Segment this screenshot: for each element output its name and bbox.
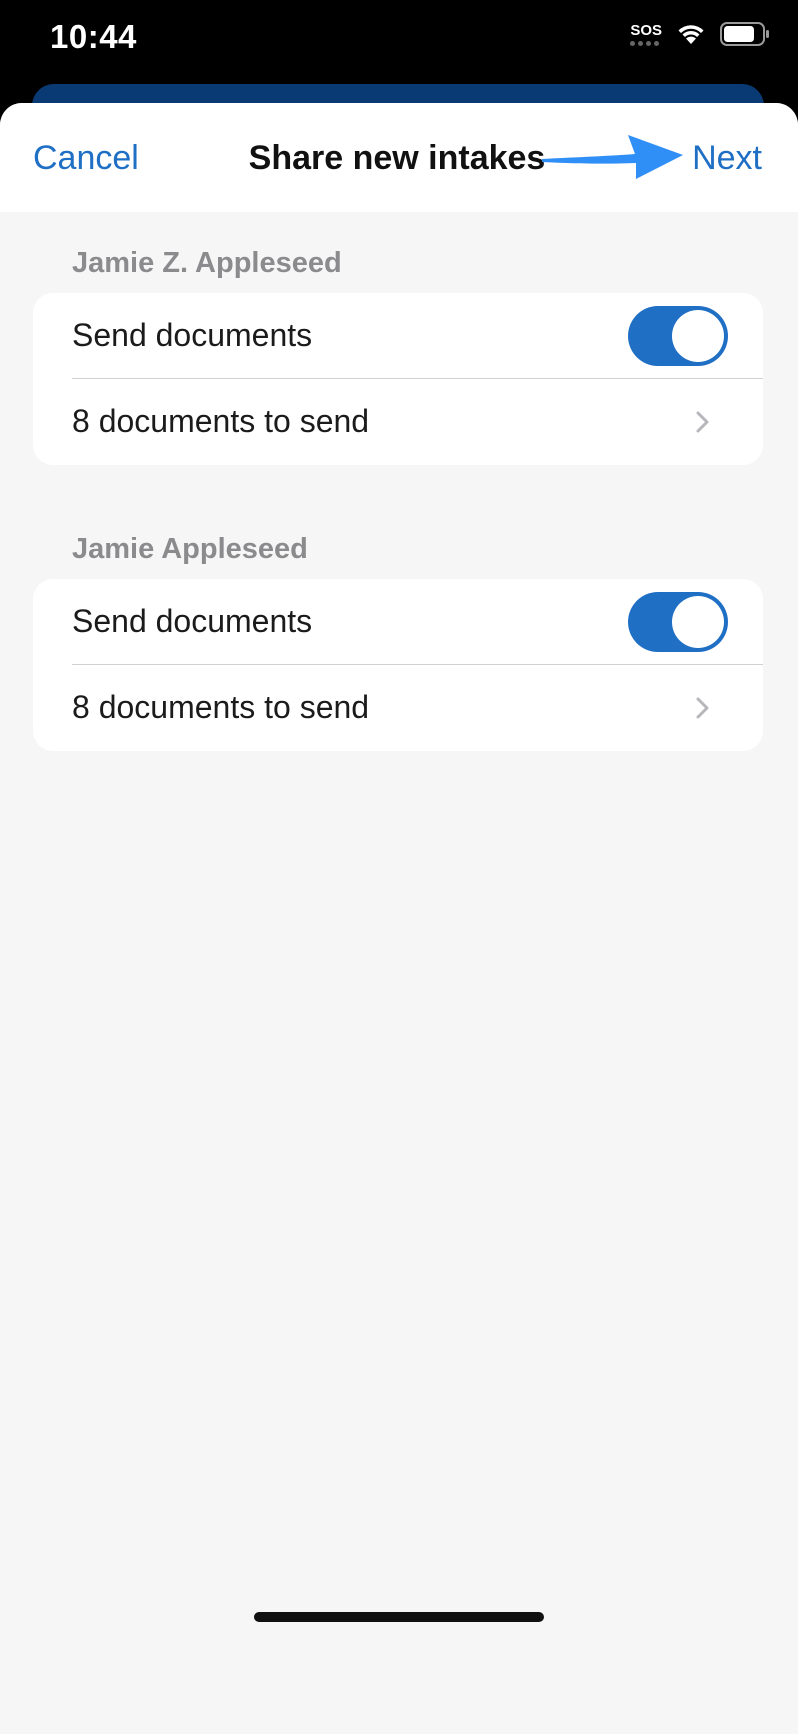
settings-group: Send documents 8 documents to send [33,293,763,465]
send-documents-row: Send documents [33,293,763,379]
battery-icon [720,22,769,46]
annotation-arrow-icon [542,135,683,179]
documents-to-send-label: 8 documents to send [72,689,370,725]
send-documents-toggle[interactable] [628,306,728,366]
status-time: 10:44 [50,18,137,55]
navigation-bar: Cancel Share new intakes Next [0,103,798,212]
sos-label: SOS [630,21,662,39]
send-documents-row: Send documents [33,579,763,665]
documents-to-send-row[interactable]: 8 documents to send [33,379,763,465]
send-documents-label: Send documents [72,317,313,353]
status-indicators: SOS [630,22,770,46]
sos-indicator: SOS [630,23,662,46]
documents-to-send-row[interactable]: 8 documents to send [33,665,763,751]
signal-dots-icon [630,40,660,46]
next-button[interactable]: Next [692,139,762,178]
toggle-knob [672,596,724,648]
share-intakes-sheet: Cancel Share new intakes Next Jamie Z. A… [0,103,798,1734]
home-indicator[interactable] [254,1612,544,1622]
section-header: Jamie Z. Appleseed [72,247,342,279]
status-bar: 10:44 SOS [0,0,798,80]
app-screen: 10:44 SOS Cancel Share new intakes Next … [0,0,798,1734]
toggle-knob [672,310,724,362]
send-documents-label: Send documents [72,603,313,639]
settings-group: Send documents 8 documents to send [33,579,763,751]
page-title-text: Share new intakes [248,139,546,177]
wifi-icon [678,25,704,44]
chevron-right-icon [696,697,709,719]
documents-to-send-label: 8 documents to send [72,403,370,439]
send-documents-toggle[interactable] [628,592,728,652]
chevron-right-icon [696,411,709,433]
section-header: Jamie Appleseed [72,533,308,565]
